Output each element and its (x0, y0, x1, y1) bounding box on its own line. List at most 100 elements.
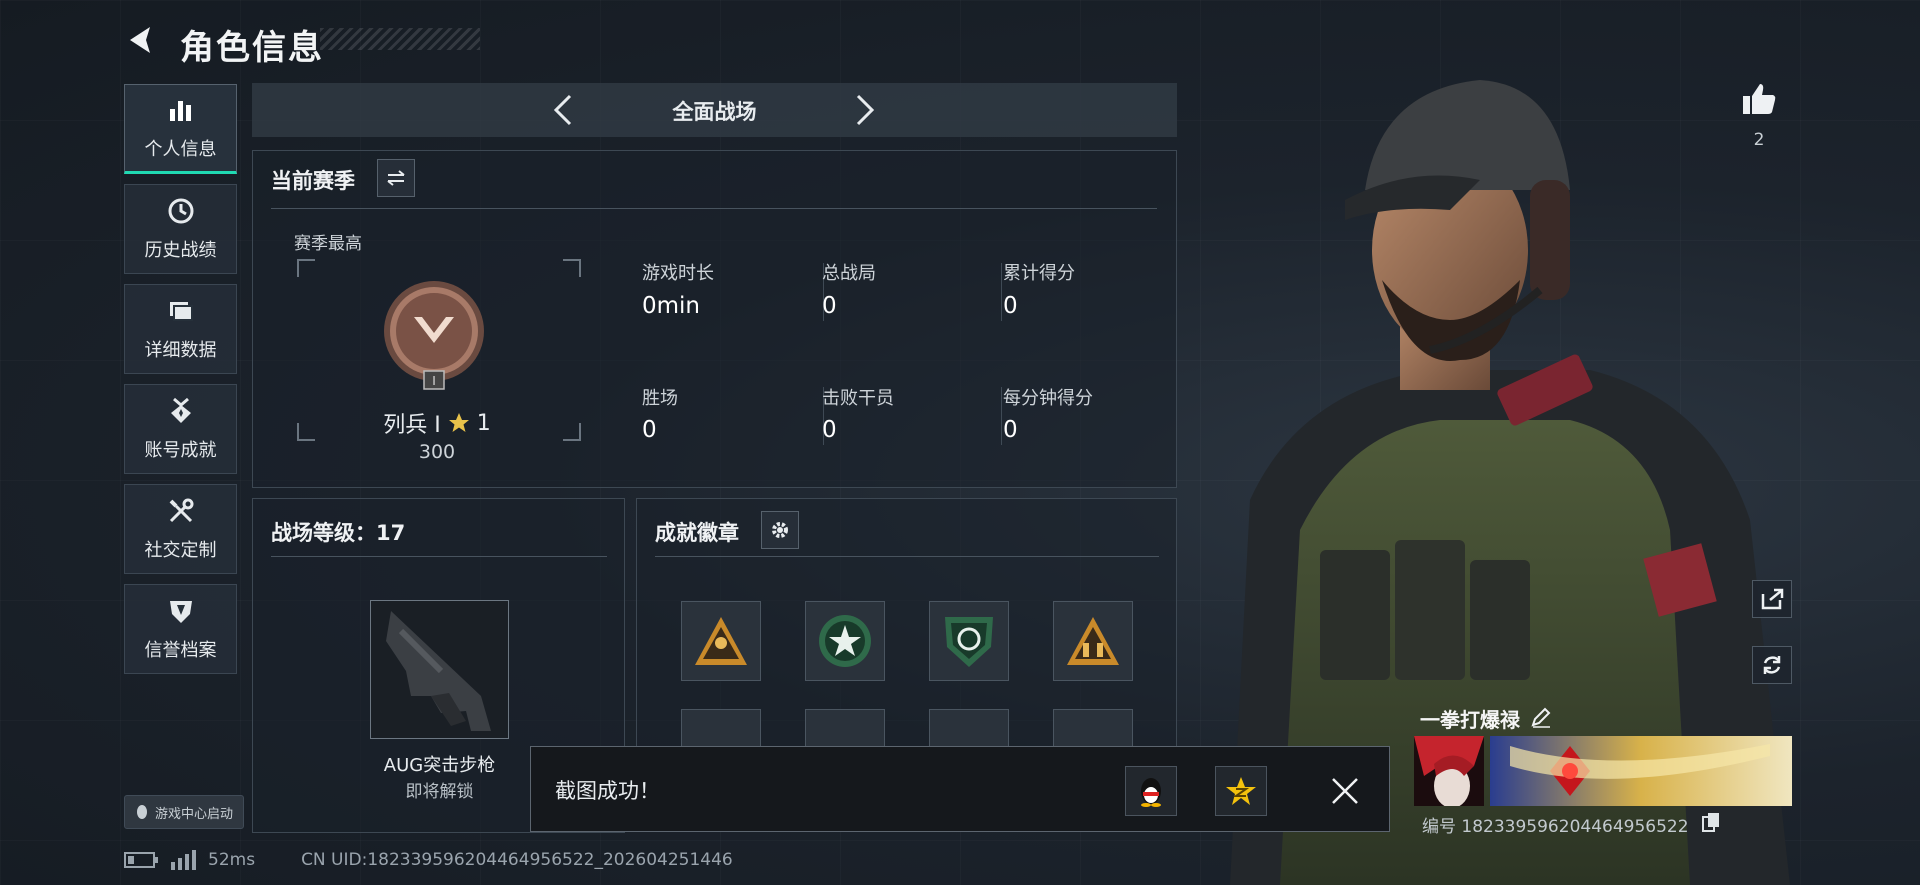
copy-icon[interactable] (1702, 812, 1720, 832)
stat-value: 0 (822, 417, 837, 443)
avatar[interactable] (1414, 736, 1484, 806)
divider (271, 208, 1157, 209)
edit-pencil-icon[interactable] (1530, 706, 1552, 728)
star-wreath-badge-icon (819, 615, 871, 667)
nav-item-history[interactable]: 历史战绩 (124, 184, 237, 274)
latency-text: 52ms (208, 850, 256, 870)
stat-label: 胜场 (642, 388, 678, 409)
divider (271, 556, 607, 557)
rank-line: 列兵 I 1 (347, 407, 527, 439)
banner-image (1490, 736, 1792, 806)
mode-selector: 全面战场 (252, 83, 1177, 137)
name-card-banner[interactable] (1490, 736, 1792, 806)
stat-label: 每分钟得分 (1003, 388, 1093, 409)
avatar-image (1414, 736, 1484, 806)
shield-icon (169, 601, 192, 623)
folder-icon (169, 302, 193, 321)
thumbs-up-icon[interactable] (1740, 80, 1778, 118)
shield-arrows-badge-icon (945, 617, 993, 667)
badge-slot-empty[interactable] (929, 709, 1009, 749)
share-icon (1761, 588, 1784, 610)
swap-icon (387, 170, 405, 186)
stat-value: 0min (642, 293, 701, 319)
frame-corner (297, 423, 315, 441)
divider (1001, 387, 1002, 445)
stat-value: 0 (822, 293, 837, 319)
stat-label: 击败干员 (822, 388, 894, 409)
nav-item-details[interactable]: 详细数据 (124, 284, 237, 374)
star-icon (448, 413, 469, 432)
screenshot-toast: 截图成功！ (530, 746, 1390, 832)
stat-value: 0 (642, 417, 657, 443)
qzone-star-icon (1226, 777, 1256, 805)
stat-label: 游戏时长 (642, 263, 714, 284)
uid-text: CN UID:18233959620446495652​2_2026042514… (301, 850, 733, 870)
back-arrow-icon[interactable] (124, 22, 160, 58)
page-title: 角色信息 (180, 28, 324, 68)
share-qq-button[interactable] (1125, 766, 1177, 816)
battlefield-level-title: 战场等级：17 (271, 521, 406, 545)
bar-chart-icon (169, 101, 191, 121)
achievement-settings-button[interactable] (761, 511, 799, 549)
rank-emblem-icon: I (384, 281, 484, 390)
game-center-label: 游戏中心启动 (155, 806, 234, 822)
medal-icon (170, 397, 191, 423)
badge-slot-empty[interactable] (805, 709, 885, 749)
frame-corner (563, 259, 581, 277)
nav-item-credit[interactable]: 信誉档案 (124, 584, 237, 674)
penguin-icon (1141, 778, 1161, 807)
season-panel: 当前赛季 赛季最高 I 列兵 I 1 300 游戏时长 0min 总战局 0 累… (252, 150, 1177, 488)
achievements-panel: 成就徽章 (636, 498, 1177, 749)
game-center-launch-button[interactable]: 游戏中心启动 (124, 795, 244, 829)
badge-slot[interactable] (1053, 601, 1133, 681)
triangle-soldier-badge-icon (695, 617, 747, 665)
season-title: 当前赛季 (271, 169, 355, 193)
nav-label: 信誉档案 (144, 640, 217, 661)
share-qzone-button[interactable] (1215, 766, 1267, 816)
status-bar: 52ms CN UID:18233959620446495652​2_20260… (124, 849, 733, 871)
stat-label: 总战局 (822, 263, 876, 284)
rank-score: 300 (418, 441, 456, 463)
clock-icon (168, 198, 193, 224)
tools-icon (169, 498, 193, 523)
nav-label: 账号成就 (144, 440, 217, 461)
refresh-button[interactable] (1752, 646, 1792, 684)
gear-icon (772, 522, 788, 538)
triangle-squad-badge-icon (1067, 617, 1119, 665)
badge-slot[interactable] (681, 601, 761, 681)
nav-item-social[interactable]: 社交定制 (124, 484, 237, 574)
refresh-icon (1763, 656, 1781, 674)
share-button[interactable] (1752, 580, 1792, 618)
rank-stars: 1 (476, 410, 491, 436)
mode-title: 全面战场 (672, 100, 757, 124)
frame-corner (563, 423, 581, 441)
nav-label: 详细数据 (144, 340, 217, 361)
nav-item-personal-info[interactable]: 个人信息 (124, 84, 237, 174)
stat-value: 0 (1003, 293, 1018, 319)
badge-slot[interactable] (805, 601, 885, 681)
next-mode-chevron-icon[interactable] (846, 92, 882, 128)
rifle-icon (386, 611, 491, 731)
divider (655, 556, 1159, 557)
player-name: 一拳打爆禄 (1420, 708, 1520, 732)
weapon-card[interactable] (370, 600, 509, 739)
rank-name: 列兵 I (383, 413, 441, 438)
season-best-label: 赛季最高 (294, 234, 362, 254)
toast-message: 截图成功！ (555, 779, 660, 803)
like-count: 2 (1753, 130, 1765, 150)
stat-value: 0 (1003, 417, 1018, 443)
badge-slot[interactable] (929, 601, 1009, 681)
switch-season-button[interactable] (377, 159, 415, 197)
achievements-title: 成就徽章 (655, 521, 739, 545)
rank-tag: I (432, 374, 436, 388)
badge-slot-empty[interactable] (681, 709, 761, 749)
close-icon[interactable] (1329, 775, 1361, 807)
penguin-icon (137, 805, 147, 819)
nav-item-achievements[interactable]: 账号成就 (124, 384, 237, 474)
badge-slot-empty[interactable] (1053, 709, 1133, 749)
divider (1001, 263, 1002, 321)
stat-label: 累计得分 (1003, 263, 1075, 284)
battery-icon (124, 852, 158, 868)
signal-icon (171, 850, 196, 870)
player-id: 编号 182339596204464956522 (1422, 817, 1689, 837)
